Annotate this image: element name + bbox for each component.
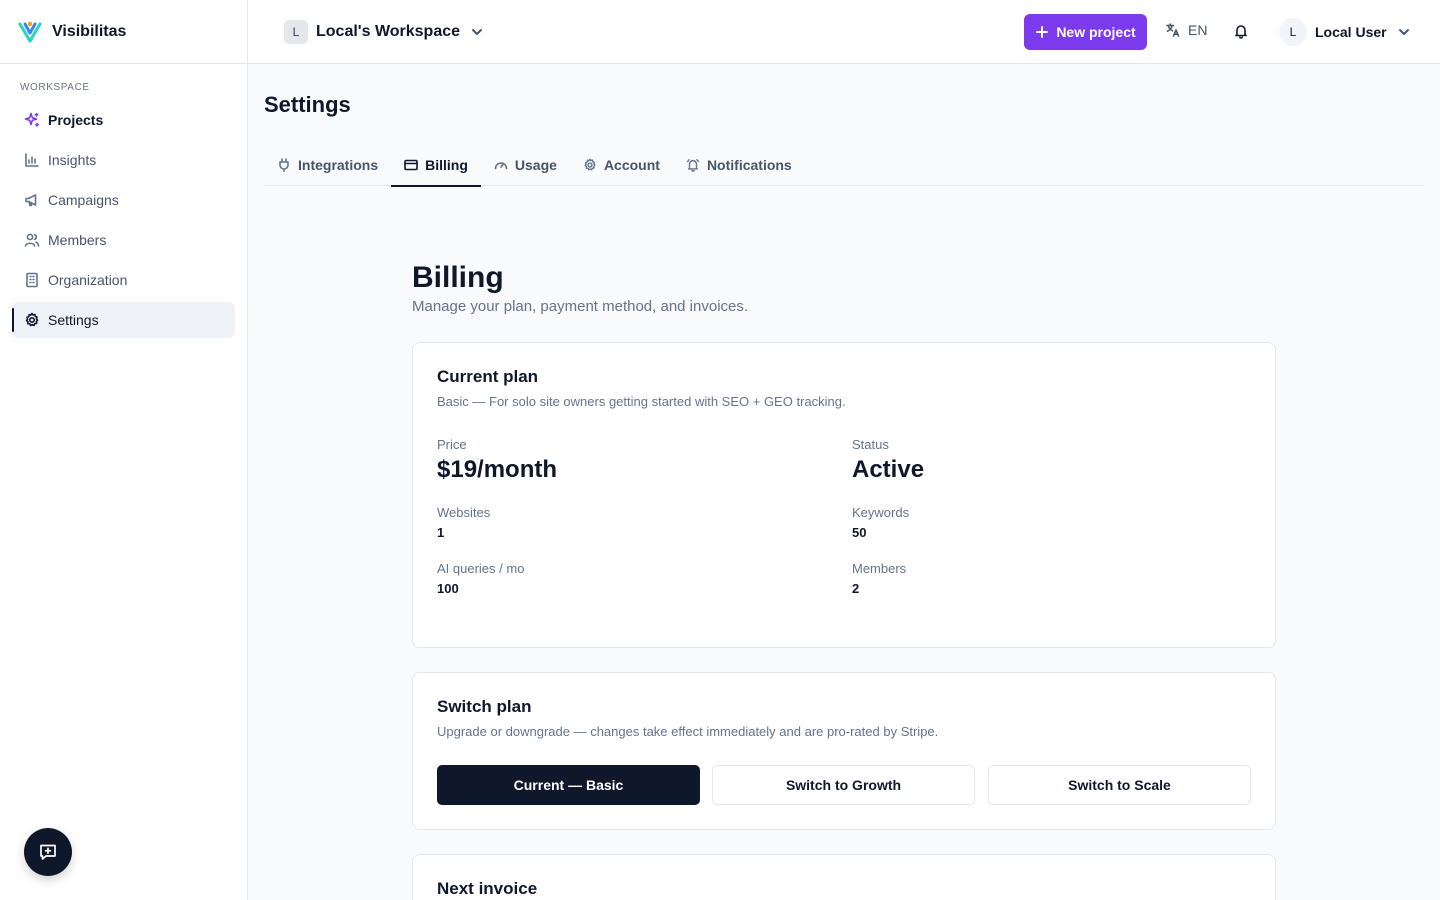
sidebar-item-insights[interactable]: Insights: [12, 142, 235, 178]
card-description: Basic — For solo site owners getting sta…: [437, 394, 846, 409]
members-value: 2: [852, 581, 860, 596]
workspace-badge: L: [284, 20, 308, 44]
current-plan-card: Current plan Basic — For solo site owner…: [412, 342, 1276, 648]
building-icon: [24, 272, 40, 288]
sidebar: Visibilitas WORKSPACE Projects Insights …: [0, 0, 248, 900]
megaphone-icon: [24, 192, 40, 208]
sidebar-nav: Projects Insights Campaigns Members Orga…: [0, 102, 247, 338]
tab-account[interactable]: Account: [570, 144, 673, 186]
field-label: Websites: [437, 505, 491, 520]
tab-billing[interactable]: Billing: [391, 144, 481, 187]
tab-label: Notifications: [706, 157, 792, 173]
field-label: Keywords: [852, 505, 910, 520]
gear-icon: [584, 158, 596, 171]
sidebar-item-campaigns[interactable]: Campaigns: [12, 182, 235, 218]
translate-icon: [1166, 23, 1180, 37]
new-project-label: New project: [1056, 24, 1136, 40]
switch-to-growth-button[interactable]: Switch to Growth: [712, 765, 975, 805]
websites-value: 1: [437, 525, 445, 540]
sidebar-item-label: Organization: [48, 272, 128, 288]
websites-field: Websites 1: [437, 505, 490, 540]
keywords-value: 50: [852, 525, 867, 540]
tab-label: Account: [603, 157, 660, 173]
sidebar-item-label: Insights: [48, 152, 97, 168]
status-value: Active: [852, 456, 925, 483]
keywords-field: Keywords 50: [852, 505, 909, 540]
sidebar-item-organization[interactable]: Organization: [12, 262, 235, 298]
sidebar-item-settings[interactable]: Settings: [12, 302, 235, 338]
card-title: Next invoice: [437, 879, 538, 898]
tab-label: Usage: [514, 157, 557, 173]
billing-subtitle: Manage your plan, payment method, and in…: [412, 298, 749, 315]
user-menu[interactable]: L Local User: [1279, 18, 1411, 46]
brand[interactable]: Visibilitas: [0, 0, 247, 64]
field-label: Status: [852, 437, 889, 452]
settings-tabs: Integrations Billing Usage Account Notif…: [264, 144, 1424, 187]
tab-label: Billing: [425, 157, 468, 173]
gauge-icon: [494, 162, 508, 170]
sidebar-item-projects[interactable]: Projects: [12, 102, 235, 138]
bell-icon: [1235, 25, 1247, 39]
sidebar-item-label: Settings: [48, 312, 99, 328]
chat-plus-icon: [40, 844, 56, 860]
sidebar-item-label: Projects: [48, 112, 104, 128]
gear-icon: [24, 312, 40, 328]
billing-title: Billing: [412, 261, 504, 294]
sidebar-section-label: WORKSPACE: [20, 82, 90, 93]
avatar: L: [1279, 18, 1307, 46]
user-name: Local User: [1315, 24, 1387, 40]
ai-queries-field: AI queries / mo 100: [437, 561, 524, 596]
sidebar-item-members[interactable]: Members: [12, 222, 235, 258]
billing-header: Billing Manage your plan, payment method…: [412, 258, 1276, 315]
members-field: Members 2: [852, 561, 906, 596]
users-icon: [24, 232, 40, 248]
field-label: AI queries / mo: [437, 561, 525, 576]
plug-icon: [279, 158, 289, 172]
card-description: Upgrade or downgrade — changes take effe…: [437, 724, 939, 739]
switch-plan-card: Switch plan Upgrade or downgrade — chang…: [412, 672, 1276, 830]
page-title: Settings: [264, 92, 351, 117]
ai-queries-value: 100: [437, 581, 459, 596]
field-label: Price: [437, 437, 467, 452]
price-value: $19/month: [437, 456, 558, 483]
tab-label: Integrations: [298, 157, 379, 173]
tab-usage[interactable]: Usage: [481, 144, 570, 186]
sparkles-icon: [24, 112, 40, 128]
field-label: Members: [852, 561, 907, 576]
bar-chart-icon: [24, 152, 40, 168]
language-switcher[interactable]: EN: [1165, 22, 1207, 38]
card-title: Current plan: [437, 367, 539, 386]
chevron-down-icon: [470, 25, 484, 39]
brand-name: Visibilitas: [52, 22, 127, 40]
chat-button[interactable]: [24, 828, 72, 876]
plus-icon: [1036, 26, 1049, 38]
bell-ring-icon: [686, 159, 699, 172]
workspace-switcher[interactable]: L Local's Workspace: [284, 20, 484, 44]
next-invoice-card: Next invoice: [412, 854, 1276, 900]
credit-card-icon: [404, 159, 418, 171]
workspace-name: Local's Workspace: [316, 23, 461, 40]
tab-notifications[interactable]: Notifications: [673, 144, 805, 186]
chevron-down-icon: [1397, 25, 1411, 39]
status-field: Status Active: [852, 437, 924, 484]
current-plan-button[interactable]: Current — Basic: [437, 765, 700, 805]
card-title: Switch plan: [437, 697, 532, 716]
language-label: EN: [1188, 22, 1208, 38]
notifications-button[interactable]: [1233, 23, 1249, 39]
price-field: Price $19/month: [437, 437, 557, 484]
new-project-button[interactable]: New project: [1024, 14, 1147, 50]
switch-to-scale-button[interactable]: Switch to Scale: [988, 765, 1251, 805]
sidebar-item-label: Campaigns: [48, 192, 119, 208]
visibilitas-logo-icon: [18, 21, 42, 43]
top-header: L Local's Workspace New project EN L Loc…: [248, 0, 1440, 64]
sidebar-item-label: Members: [48, 232, 107, 248]
tab-integrations[interactable]: Integrations: [264, 144, 391, 186]
